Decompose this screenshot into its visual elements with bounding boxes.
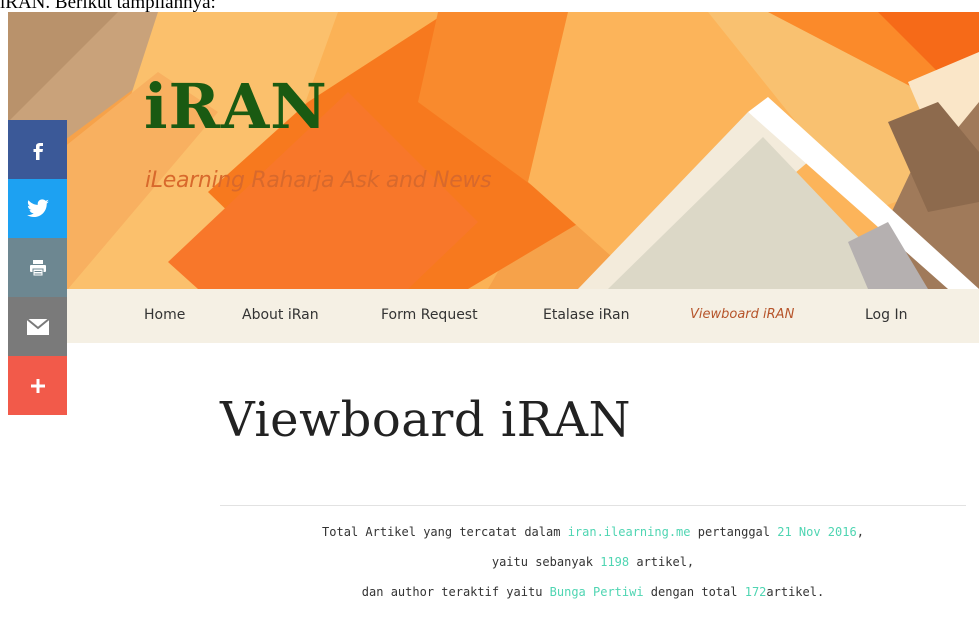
nav-home[interactable]: Home (144, 289, 185, 343)
main-navigation: Home About iRan Form Request Etalase iRa… (8, 289, 979, 343)
print-icon (29, 259, 46, 276)
stats-text: Total Artikel yang tercatat dalam (322, 525, 568, 539)
stats-line-count: yaitu sebanyak 1198 artikel, (220, 550, 966, 580)
site-tagline: iLearning Raharja Ask and News (145, 168, 492, 193)
social-share-bar (8, 120, 67, 415)
facebook-share-button[interactable] (8, 120, 67, 179)
content-divider (220, 505, 966, 506)
stats-text: dan author teraktif yaitu (361, 585, 550, 599)
print-button[interactable] (8, 238, 67, 297)
nav-about-iran[interactable]: About iRan (242, 289, 319, 343)
article-count: 1198 (600, 555, 630, 569)
stats-date: 21 Nov 2016 (777, 525, 857, 539)
top-author-link[interactable]: Bunga Pertiwi (550, 585, 644, 599)
twitter-share-button[interactable] (8, 179, 67, 238)
stats-line-author: dan author teraktif yaitu Bunga Pertiwi … (220, 580, 966, 610)
web-page: iRAN iLearning Raharja Ask and News Home… (8, 12, 979, 619)
email-icon (26, 318, 49, 335)
banner-geometric-background (8, 12, 979, 289)
stats-line-total: Total Artikel yang tercatat dalam iran.i… (220, 520, 966, 550)
author-article-count: 172 (744, 585, 767, 599)
twitter-icon (26, 198, 49, 217)
nav-etalase-iran[interactable]: Etalase iRan (543, 289, 630, 343)
nav-viewboard-iran[interactable]: Viewboard iRAN (690, 289, 794, 343)
stats-text: artikel. (766, 585, 825, 599)
site-title[interactable]: iRAN (144, 76, 328, 138)
nav-log-in[interactable]: Log In (865, 289, 907, 343)
nav-form-request[interactable]: Form Request (381, 289, 478, 343)
stats-text: dengan total (643, 585, 745, 599)
site-header-banner: iRAN iLearning Raharja Ask and News (8, 12, 979, 289)
email-share-button[interactable] (8, 297, 67, 356)
article-stats: Total Artikel yang tercatat dalam iran.i… (220, 520, 966, 610)
stats-text: pertanggal (690, 525, 778, 539)
stats-text: artikel, (629, 555, 695, 569)
document-caption: iRAN. Berikut tampilannya: (0, 0, 216, 13)
plus-icon (30, 378, 45, 393)
stats-text: , (856, 525, 864, 539)
facebook-icon (33, 142, 43, 160)
more-share-button[interactable] (8, 356, 67, 415)
stats-text: yaitu sebanyak (491, 555, 601, 569)
site-link[interactable]: iran.ilearning.me (568, 525, 691, 539)
page-title: Viewboard iRAN (220, 392, 631, 448)
